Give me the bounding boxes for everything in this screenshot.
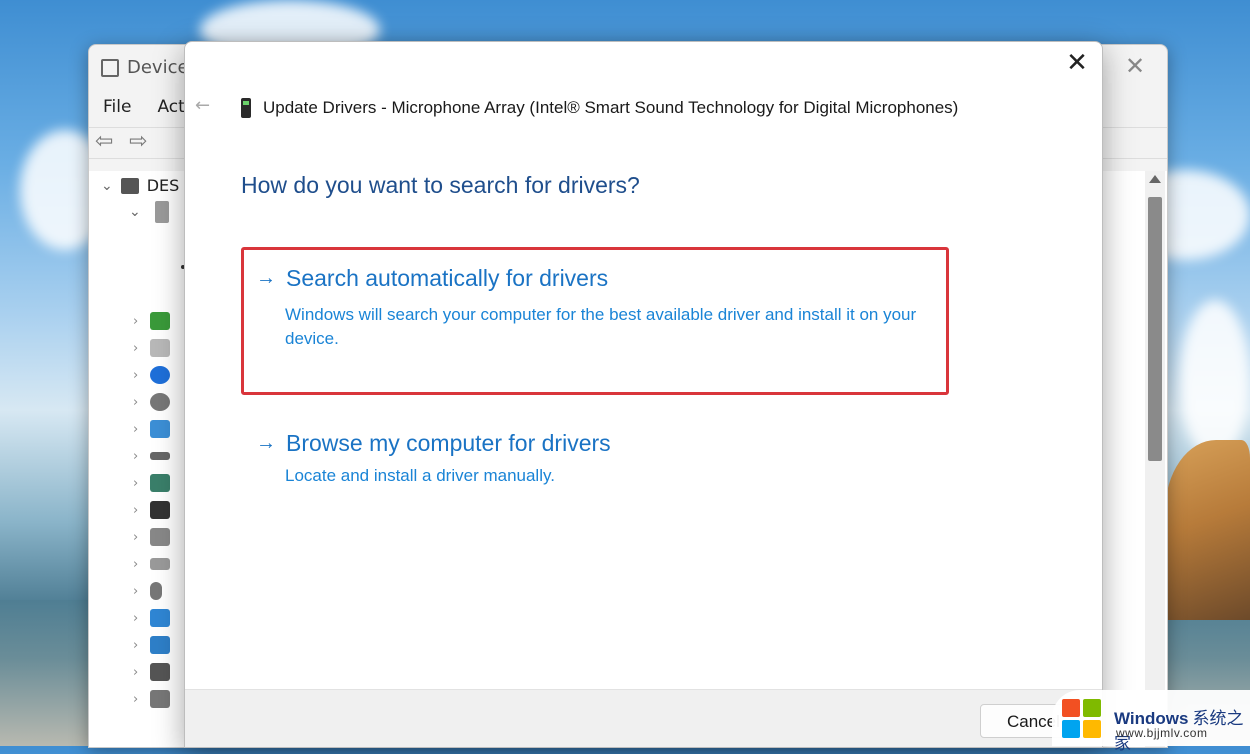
- camera-icon: [150, 393, 171, 411]
- chip-icon: [150, 501, 171, 519]
- back-arrow-icon[interactable]: ←: [195, 95, 210, 116]
- windows-logo-icon: [1062, 699, 1102, 739]
- browse-computer-title: Browse my computer for drivers: [286, 430, 611, 456]
- tree-row-biometric[interactable]: ›: [133, 338, 173, 358]
- tree-row-network-adapters[interactable]: ›: [133, 635, 173, 655]
- back-arrow-icon[interactable]: ⇦: [95, 131, 121, 153]
- tree-row-other-devices[interactable]: ›: [133, 662, 173, 682]
- keyboard-icon: [150, 558, 171, 570]
- close-icon[interactable]: ✕: [1065, 50, 1089, 76]
- network-icon: [150, 636, 171, 654]
- dialog-header: Update Drivers - Microphone Array (Intel…: [241, 98, 958, 118]
- browse-computer-link[interactable]: → Browse my computer for drivers: [256, 430, 611, 457]
- device-tree-scrollbar[interactable]: [1145, 171, 1165, 747]
- audio-category[interactable]: ⌄: [129, 201, 169, 223]
- search-automatically-link[interactable]: → Search automatically for drivers: [256, 265, 608, 292]
- tree-row-firmware[interactable]: ›: [133, 500, 173, 520]
- scroll-up-icon[interactable]: [1149, 175, 1161, 183]
- device-manager-title: Device: [101, 57, 189, 78]
- chevron-down-icon[interactable]: ⌄: [101, 178, 113, 194]
- search-automatically-description: Windows will search your computer for th…: [285, 305, 917, 348]
- mouse-icon: [150, 582, 163, 600]
- monitor-icon: [150, 420, 171, 438]
- disk-drive-icon: [150, 452, 171, 460]
- tree-row-keyboards[interactable]: ›: [133, 554, 173, 574]
- unknown-device-icon: [150, 663, 171, 681]
- browse-computer-option[interactable]: → Browse my computer for drivers Locate …: [241, 422, 949, 512]
- dialog-question: How do you want to search for drivers?: [241, 172, 640, 198]
- arrow-right-icon: →: [256, 432, 276, 454]
- search-automatically-option[interactable]: → Search automatically for drivers Windo…: [241, 247, 949, 395]
- tree-row-disk-drives[interactable]: ›: [133, 446, 173, 466]
- arrow-right-icon: →: [256, 267, 276, 289]
- scrollbar-thumb[interactable]: [1148, 197, 1162, 461]
- computer-icon: [101, 58, 119, 77]
- tree-root-label: DES: [146, 176, 180, 195]
- device-manager-title-text: Device: [127, 57, 189, 78]
- tree-row-bluetooth[interactable]: ›: [133, 365, 173, 385]
- hid-icon: [150, 528, 171, 546]
- microphone-device-icon: [241, 98, 251, 118]
- tree-row-monitors[interactable]: ›: [133, 608, 173, 628]
- speaker-icon: [154, 201, 169, 223]
- computer-icon: [120, 177, 139, 194]
- tree-row-cameras[interactable]: ›: [133, 392, 173, 412]
- watermark: Windows 系统之家 www.bjjmlv.com: [1052, 690, 1250, 753]
- search-automatically-title: Search automatically for drivers: [286, 265, 609, 291]
- tree-row-hid[interactable]: ›: [133, 527, 173, 547]
- dialog-title: Update Drivers - Microphone Array (Intel…: [263, 98, 959, 117]
- watermark-url: www.bjjmlv.com: [1116, 726, 1208, 740]
- audio-input-icon: [150, 312, 171, 330]
- tree-row-computer[interactable]: ›: [133, 419, 173, 439]
- tree-row-print-queues[interactable]: ›: [133, 689, 173, 709]
- monitor-icon: [150, 609, 171, 627]
- chevron-down-icon[interactable]: ⌄: [129, 204, 141, 220]
- tree-root[interactable]: ⌄ DES: [101, 176, 179, 195]
- device-manager-menu: File Acti: [103, 97, 190, 117]
- device-manager-close-icon[interactable]: ✕: [1123, 54, 1147, 78]
- update-drivers-dialog: ✕ ← Update Drivers - Microphone Array (I…: [184, 41, 1103, 748]
- tree-row-audio-inputs[interactable]: ›: [133, 311, 173, 331]
- browse-computer-description: Locate and install a driver manually.: [285, 466, 555, 485]
- dialog-footer: Cancel: [185, 689, 1102, 747]
- tree-row-display-adapters[interactable]: ›: [133, 473, 173, 493]
- menu-file[interactable]: File: [103, 97, 131, 117]
- printer-icon: [150, 690, 171, 708]
- fingerprint-icon: [150, 339, 171, 357]
- bluetooth-icon: [150, 366, 171, 384]
- tree-row-mice[interactable]: ›: [133, 581, 173, 601]
- display-adapter-icon: [150, 474, 171, 492]
- forward-arrow-icon[interactable]: ⇨: [129, 131, 155, 153]
